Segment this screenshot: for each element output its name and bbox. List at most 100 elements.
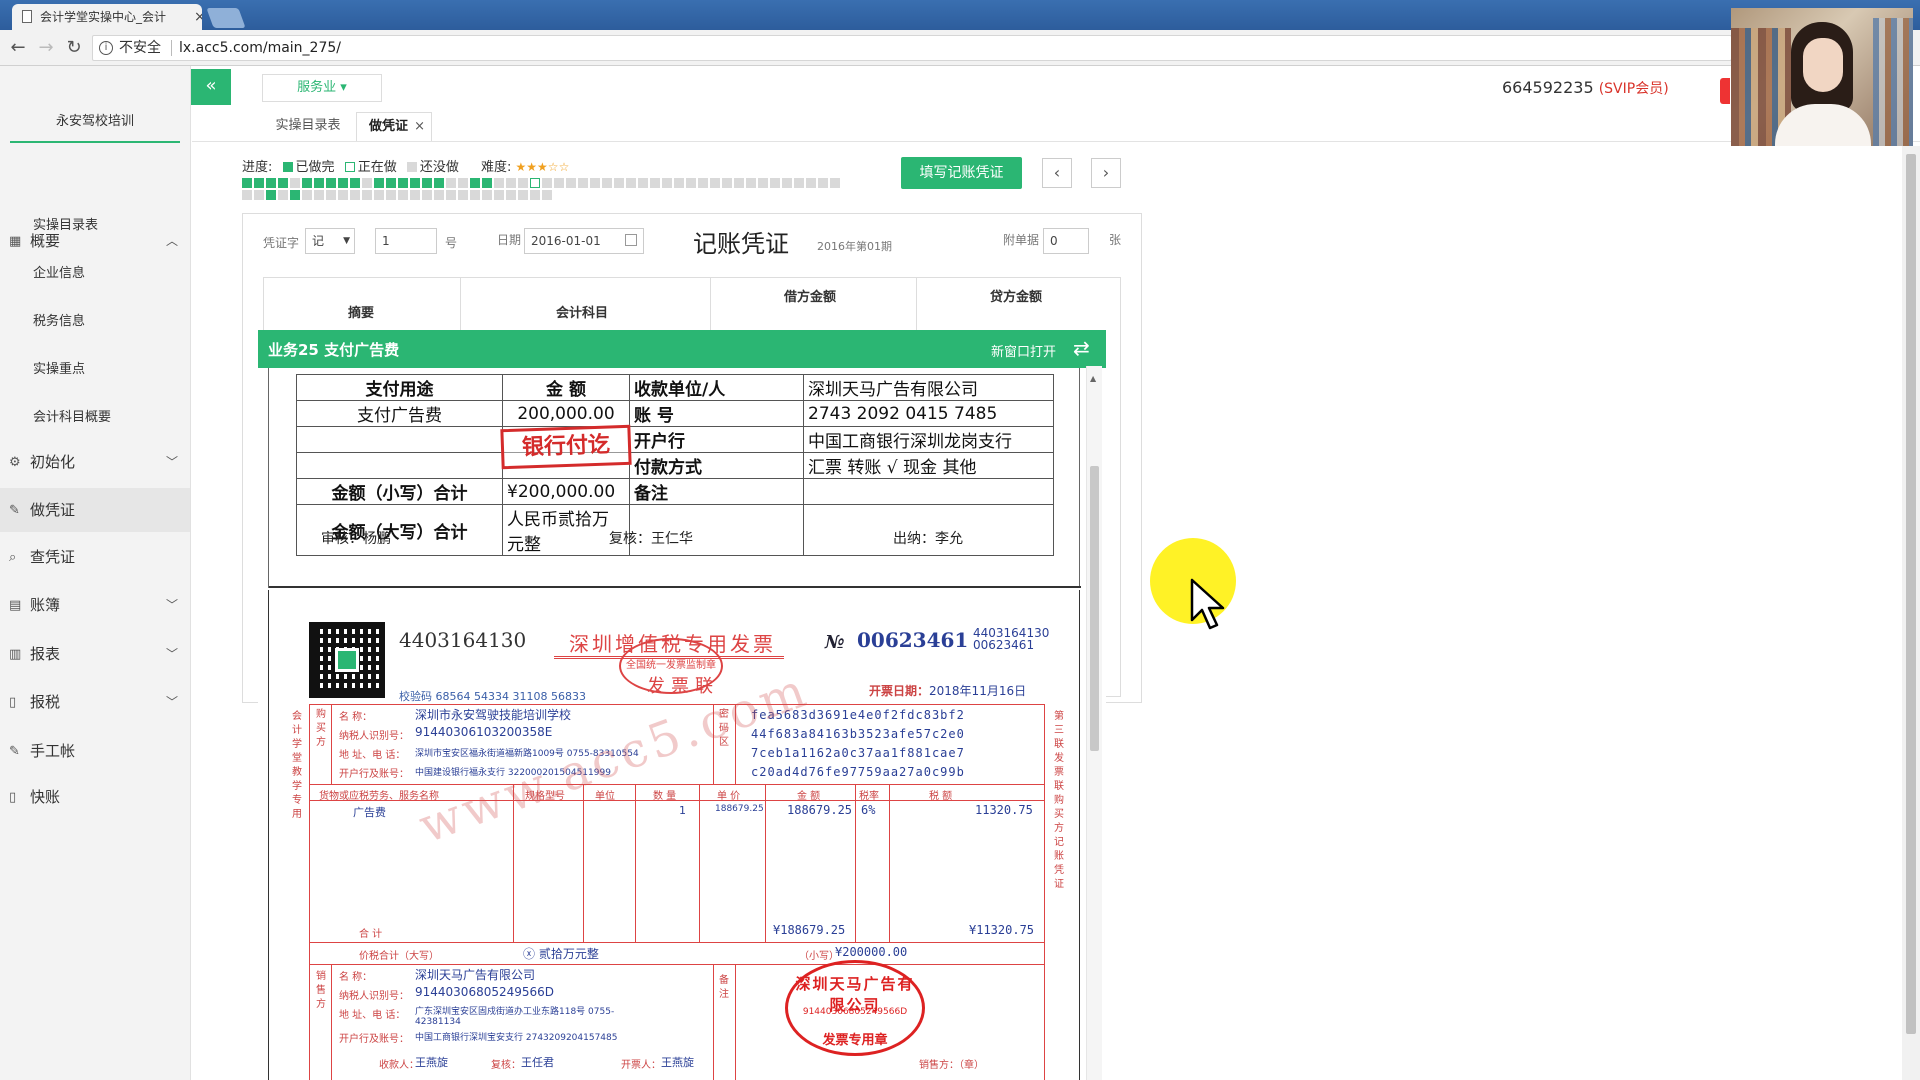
fill-voucher-button[interactable]: 填写记账凭证 [901, 157, 1022, 189]
progress-cell[interactable] [446, 190, 456, 200]
progress-cell[interactable] [758, 178, 768, 188]
progress-cell[interactable] [506, 178, 516, 188]
progress-cell[interactable] [302, 178, 312, 188]
info-icon[interactable]: i [99, 41, 113, 55]
progress-cell[interactable] [266, 178, 276, 188]
calendar-icon[interactable] [625, 234, 637, 246]
progress-cell[interactable] [458, 178, 468, 188]
progress-cell[interactable] [374, 190, 384, 200]
progress-cell[interactable] [266, 190, 276, 200]
progress-cell[interactable] [338, 190, 348, 200]
progress-cell[interactable] [698, 178, 708, 188]
sidebar-subitem-tax[interactable]: 税务信息 [33, 310, 85, 329]
progress-cell[interactable] [470, 190, 480, 200]
progress-cell[interactable] [806, 178, 816, 188]
progress-cell[interactable] [650, 178, 660, 188]
sidebar-subitem-company[interactable]: 企业信息 [33, 262, 85, 281]
progress-cell[interactable] [398, 178, 408, 188]
progress-cell[interactable] [338, 178, 348, 188]
sidebar-item-query-voucher[interactable]: ⌕ 查凭证 [0, 535, 190, 579]
progress-cell[interactable] [590, 178, 600, 188]
sidebar-item-ledger[interactable]: ▤ 账簿 ﹀ [0, 583, 190, 627]
progress-cell[interactable] [386, 178, 396, 188]
progress-cell[interactable] [242, 190, 252, 200]
progress-cell[interactable] [782, 178, 792, 188]
progress-cell[interactable] [542, 178, 552, 188]
progress-cell[interactable] [278, 178, 288, 188]
progress-cell[interactable] [434, 190, 444, 200]
progress-cell[interactable] [602, 178, 612, 188]
progress-cell[interactable] [326, 190, 336, 200]
industry-select[interactable]: 服务业 ▾ [262, 74, 382, 102]
sidebar-item-init[interactable]: ⚙ 初始化 ﹀ [0, 440, 190, 484]
progress-cell[interactable] [422, 178, 432, 188]
progress-cell[interactable] [554, 178, 564, 188]
sidebar-item-make-voucher[interactable]: ✎ 做凭证 [0, 488, 190, 532]
progress-cell[interactable] [566, 178, 576, 188]
progress-cell[interactable] [374, 178, 384, 188]
progress-cell[interactable] [254, 178, 264, 188]
page-scrollbar[interactable] [1902, 146, 1920, 1080]
sidebar-item-tax-filing[interactable]: ▯ 报税 ﹀ [0, 680, 190, 724]
red-button-edge[interactable] [1720, 78, 1730, 104]
sidebar-subitem-accounts[interactable]: 会计科目概要 [33, 406, 111, 425]
sidebar-item-reports[interactable]: ▥ 报表 ﹀ [0, 632, 190, 676]
tab-close-button[interactable]: × [194, 4, 202, 30]
sidebar-subitem-key-points[interactable]: 实操重点 [33, 358, 85, 377]
progress-cell[interactable] [686, 178, 696, 188]
progress-cell[interactable] [710, 178, 720, 188]
progress-cell[interactable] [722, 178, 732, 188]
progress-cell[interactable] [410, 178, 420, 188]
progress-cell[interactable] [614, 178, 624, 188]
progress-cell[interactable] [302, 190, 312, 200]
progress-cell[interactable] [350, 178, 360, 188]
browser-tab[interactable]: 会计学堂实操中心_会计 × [12, 4, 202, 30]
progress-cell[interactable] [482, 190, 492, 200]
tab-catalog[interactable]: 实操目录表 [268, 112, 348, 140]
date-input[interactable]: 2016-01-01 [524, 228, 644, 254]
tab-close-icon[interactable]: × [414, 113, 425, 141]
progress-cell[interactable] [830, 178, 840, 188]
progress-cell[interactable] [530, 190, 540, 200]
progress-cell[interactable] [518, 190, 528, 200]
progress-cell[interactable] [494, 190, 504, 200]
progress-cell[interactable] [578, 178, 588, 188]
sidebar-item-manual-ledger[interactable]: ✎ 手工帐 [0, 729, 190, 773]
scroll-up-icon[interactable]: ▲ [1090, 374, 1096, 383]
sidebar-item-quick-account[interactable]: ▯ 快账 [0, 775, 190, 819]
progress-cell[interactable] [326, 178, 336, 188]
reload-button[interactable]: ↻ [62, 36, 86, 60]
url-input[interactable]: i 不安全 lx.acc5.com/main_275/ [92, 35, 1732, 61]
back-button[interactable]: ← [6, 36, 30, 60]
progress-cell[interactable] [542, 190, 552, 200]
progress-cell[interactable] [470, 178, 480, 188]
progress-cell[interactable] [506, 190, 516, 200]
attachments-input[interactable]: 0 [1043, 228, 1089, 254]
progress-cell[interactable] [494, 178, 504, 188]
progress-cell[interactable] [350, 190, 360, 200]
progress-cell[interactable] [422, 190, 432, 200]
page-scroll-thumb[interactable] [1906, 154, 1916, 1034]
progress-cell[interactable] [746, 178, 756, 188]
progress-cell[interactable] [518, 178, 528, 188]
progress-cell[interactable] [278, 190, 288, 200]
tab-make-voucher[interactable]: 做凭证 × [356, 112, 432, 142]
progress-cell[interactable] [362, 178, 372, 188]
progress-cell[interactable] [626, 178, 636, 188]
progress-cell[interactable] [254, 190, 264, 200]
progress-cell[interactable] [386, 190, 396, 200]
new-tab-button[interactable] [206, 8, 246, 28]
progress-cell[interactable] [794, 178, 804, 188]
progress-cell[interactable] [770, 178, 780, 188]
progress-cell[interactable] [410, 190, 420, 200]
document-scroll-area[interactable]: 支付用途 金 额 收款单位/人 深圳天马广告有限公司 支付广告费 200,000… [258, 368, 1106, 1080]
progress-cell[interactable] [398, 190, 408, 200]
swap-icon[interactable]: ⇄ [1073, 336, 1090, 360]
progress-cell[interactable] [314, 190, 324, 200]
forward-button[interactable]: → [34, 36, 58, 60]
collapse-sidebar-button[interactable]: « [191, 69, 231, 105]
progress-cell[interactable] [638, 178, 648, 188]
progress-cell[interactable] [290, 190, 300, 200]
progress-cell[interactable] [458, 190, 468, 200]
progress-cell[interactable] [242, 178, 252, 188]
